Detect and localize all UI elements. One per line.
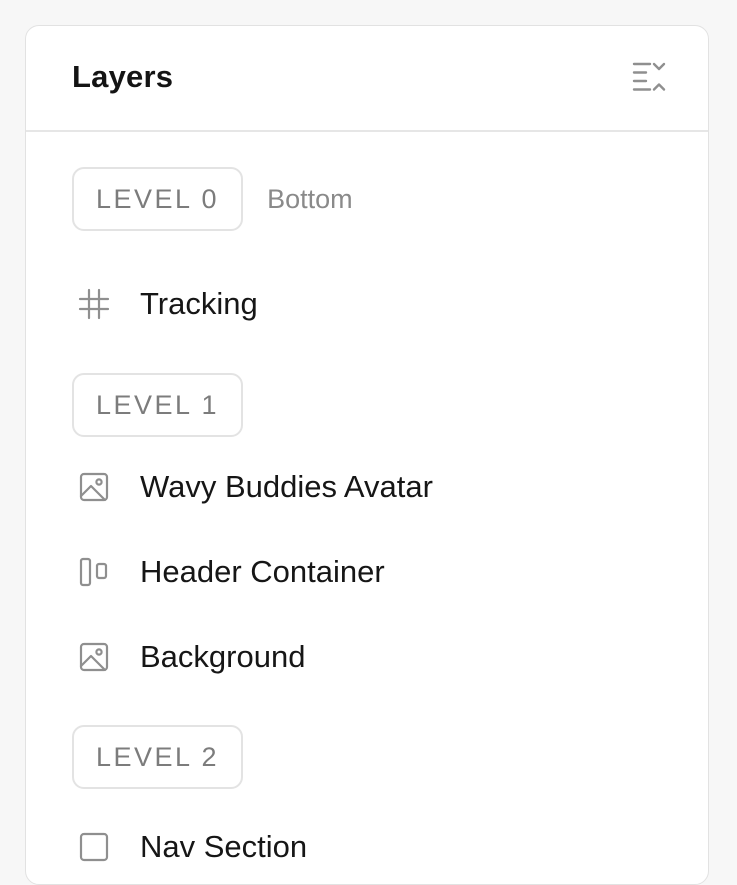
layer-label: Tracking [140, 286, 258, 321]
layer-item-wavy-buddies-avatar[interactable]: Wavy Buddies Avatar [72, 459, 672, 515]
level-0-row: LEVEL 0 Bottom [72, 167, 353, 231]
level-sub-label: Bottom [267, 183, 353, 214]
layers-panel: Layers LEVEL 0 Bottom Tracking LEVEL 1 W… [25, 25, 709, 885]
panel-header: Layers [26, 26, 708, 132]
collapse-all-button[interactable] [629, 58, 671, 98]
layer-label: Wavy Buddies Avatar [140, 469, 433, 504]
layer-label: Header Container [140, 554, 385, 589]
layer-item-header-container[interactable]: Header Container [72, 544, 672, 600]
layer-item-nav-section[interactable]: Nav Section [72, 819, 672, 875]
level-1-row: LEVEL 1 [72, 373, 244, 437]
image-icon [72, 465, 116, 509]
level-badge[interactable]: LEVEL 2 [72, 725, 244, 789]
image-icon [72, 635, 116, 679]
layer-item-background[interactable]: Background [72, 629, 672, 685]
panel-title: Layers [72, 59, 174, 94]
frame-icon [72, 825, 116, 869]
layer-label: Nav Section [140, 829, 308, 864]
columns-icon [72, 550, 116, 594]
collapse-all-icon [632, 62, 666, 91]
level-2-row: LEVEL 2 [72, 725, 244, 789]
level-badge[interactable]: LEVEL 1 [72, 373, 244, 437]
level-badge[interactable]: LEVEL 0 [72, 167, 244, 231]
grid-icon [72, 282, 116, 326]
layer-label: Background [140, 639, 306, 674]
layer-item-tracking[interactable]: Tracking [72, 276, 672, 332]
